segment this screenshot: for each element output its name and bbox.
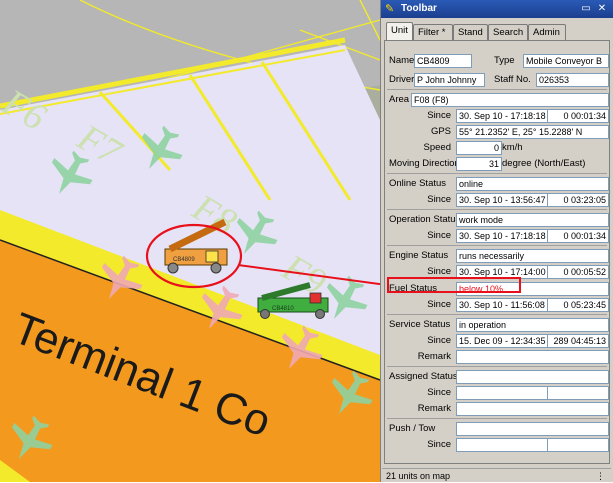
tab-filter[interactable]: Filter * <box>413 24 453 40</box>
engine-status-field[interactable]: runs necessarily <box>456 249 609 263</box>
driver-label: Driver <box>389 74 415 85</box>
tab-stand[interactable]: Stand <box>453 24 488 40</box>
resize-grip-icon[interactable]: ⋮ <box>596 469 605 483</box>
close-icon[interactable]: ✕ <box>595 2 609 15</box>
divider <box>387 209 607 210</box>
service-remark-label: Remark <box>417 351 451 362</box>
assigned-since-field[interactable] <box>456 386 548 400</box>
assigned-remark-label: Remark <box>417 403 451 414</box>
service-remark-field[interactable] <box>456 350 609 364</box>
fuel-duration-field[interactable]: 0 05:23:45 <box>547 298 609 312</box>
staff-field[interactable]: 026353 <box>536 73 609 87</box>
service-since-label: Since <box>427 335 451 346</box>
fuel-highlight-box <box>387 277 521 293</box>
direction-field[interactable]: 31 <box>456 157 502 171</box>
restore-icon[interactable]: ▭ <box>579 2 593 15</box>
divider <box>387 173 607 174</box>
tab-unit[interactable]: Unit <box>386 22 413 41</box>
operation-since-field[interactable]: 30. Sep 10 - 17:18:18 <box>456 229 548 243</box>
service-since-field[interactable]: 15. Dec 09 - 12:34:35 <box>456 334 548 348</box>
push-since-label: Since <box>427 439 451 450</box>
toolbar-window: ✎ Toolbar ▭ ✕ Unit Filter * Stand Search… <box>380 0 613 482</box>
window-title: Toolbar <box>401 3 437 14</box>
status-bar: 21 units on map ⋮ <box>382 468 611 482</box>
tab-search[interactable]: Search <box>488 24 528 40</box>
fuel-since-label: Since <box>427 299 451 310</box>
engine-since-label: Since <box>427 266 451 277</box>
operation-duration-field[interactable]: 0 00:01:34 <box>547 229 609 243</box>
operation-status-field[interactable]: work mode <box>456 213 609 227</box>
assigned-status-label: Assigned Status <box>389 371 458 382</box>
name-field[interactable]: CB4809 <box>414 54 472 68</box>
direction-unit: degree (North/East) <box>502 158 586 169</box>
push-since-field[interactable] <box>456 438 548 452</box>
online-status-field[interactable]: online <box>456 177 609 191</box>
service-duration-field[interactable]: 289 04:45:13 <box>547 334 609 348</box>
type-label: Type <box>494 55 515 66</box>
service-status-label: Service Status <box>389 319 451 330</box>
push-duration-field[interactable] <box>547 438 609 452</box>
units-count-text: 21 units on map <box>386 471 451 481</box>
online-since-field[interactable]: 30. Sep 10 - 13:56:47 <box>456 193 548 207</box>
area-label: Area <box>389 94 410 105</box>
online-since-label: Since <box>427 194 451 205</box>
staff-label: Staff No. <box>494 74 531 85</box>
title-bar[interactable]: ✎ Toolbar ▭ ✕ <box>381 0 613 18</box>
assigned-duration-field[interactable] <box>547 386 609 400</box>
speed-label: Speed <box>423 142 451 153</box>
push-tow-field[interactable] <box>456 422 609 436</box>
gps-label: GPS <box>430 126 451 137</box>
type-field[interactable]: Mobile Conveyor B <box>523 54 609 68</box>
divider <box>387 245 607 246</box>
area-duration-field[interactable]: 0 00:01:34 <box>547 109 609 123</box>
gps-field[interactable]: 55° 21.2352' E, 25° 15.2288' N <box>456 125 609 139</box>
push-tow-label: Push / Tow <box>389 423 436 434</box>
engine-status-label: Engine Status <box>389 250 449 261</box>
service-status-field[interactable]: in operation <box>456 318 609 332</box>
divider <box>387 418 607 419</box>
operation-status-label: Operation Status <box>389 214 461 225</box>
divider <box>387 366 607 367</box>
assigned-remark-field[interactable] <box>456 402 609 416</box>
online-status-label: Online Status <box>389 178 447 189</box>
divider <box>387 89 607 90</box>
speed-field[interactable]: 0 <box>456 141 502 155</box>
toolbar-app-icon: ✎ <box>385 3 395 15</box>
area-field[interactable]: F08 (F8) <box>411 93 609 107</box>
name-label: Name <box>389 55 415 66</box>
online-duration-field[interactable]: 0 03:23:05 <box>547 193 609 207</box>
area-since-label: Since <box>427 110 451 121</box>
direction-label: Moving Direction <box>389 158 460 169</box>
driver-field[interactable]: P John Johnny <box>414 73 485 87</box>
divider <box>387 314 607 315</box>
vehicle-tag: CB4809 <box>173 257 195 263</box>
operation-since-label: Since <box>427 230 451 241</box>
engine-duration-field[interactable]: 0 00:05:52 <box>547 265 609 279</box>
vehicle-tag: CB4810 <box>272 306 294 312</box>
area-since-field[interactable]: 30. Sep 10 - 17:18:18 <box>456 109 548 123</box>
speed-unit: km/h <box>502 142 523 153</box>
assigned-status-field[interactable] <box>456 370 609 384</box>
fuel-since-field[interactable]: 30. Sep 10 - 11:56:08 <box>456 298 548 312</box>
assigned-since-label: Since <box>427 387 451 398</box>
tab-admin[interactable]: Admin <box>528 24 566 40</box>
